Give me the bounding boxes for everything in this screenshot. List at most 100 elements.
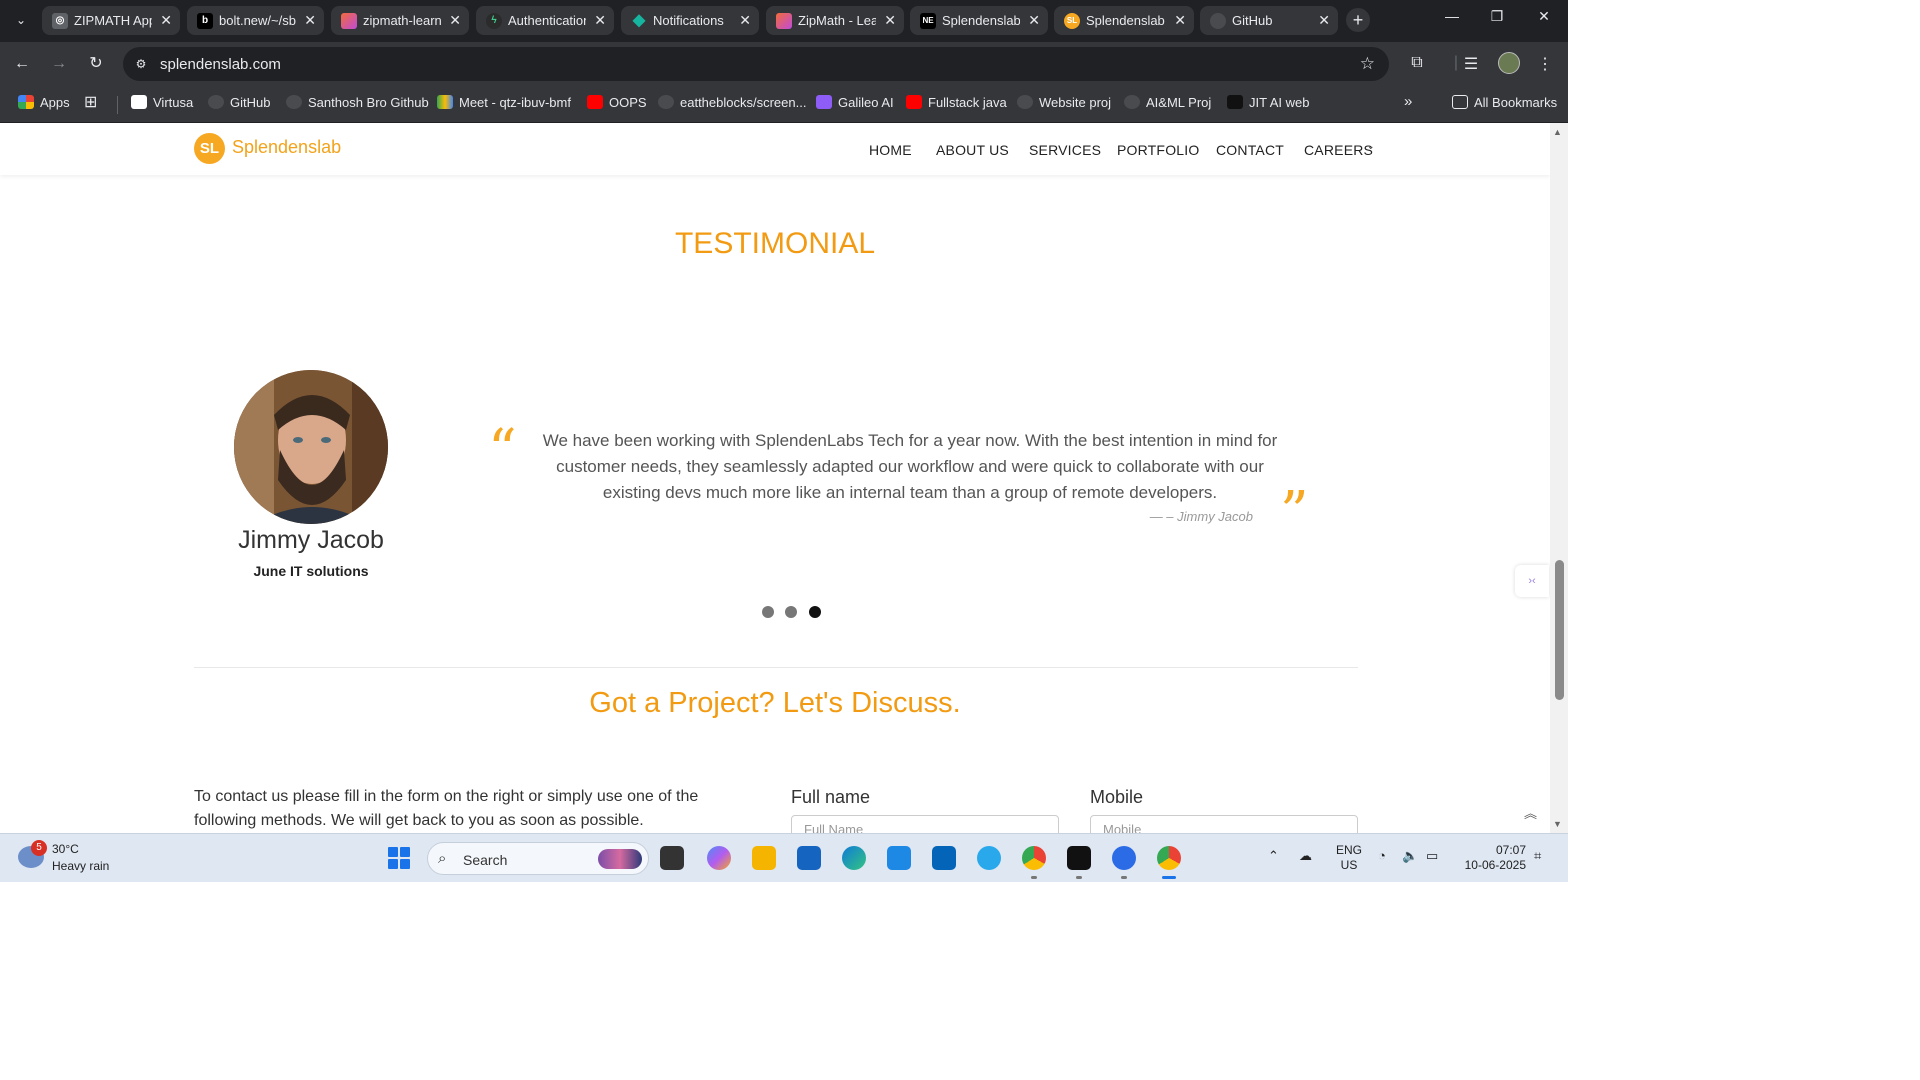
scrollbar-thumb[interactable] [1555,560,1564,700]
tab-search-icon[interactable]: ⌄ [10,8,32,32]
menu-icon[interactable]: ⋮ [1535,54,1555,74]
tab-5[interactable]: ZipMath - Lea ✕ [766,6,904,35]
chrome-icon[interactable] [1022,846,1046,879]
language-indicator[interactable]: ENG US [1336,843,1362,873]
bookmark-meet[interactable]: Meet - qtz-ibuv-bmf [437,95,571,110]
all-bookmarks[interactable]: All Bookmarks [1452,95,1557,110]
site-info-icon[interactable]: ⚙ [133,56,149,72]
tab-6[interactable]: NE Splendenslab ✕ [910,6,1048,35]
new-tab-button[interactable]: + [1346,8,1370,32]
onedrive-icon[interactable]: ☁ [1299,848,1312,864]
file-explorer-icon[interactable] [752,846,776,870]
bookmark-jit-ai-web[interactable]: JIT AI web [1227,95,1309,110]
battery-icon[interactable]: ▭ [1426,848,1438,864]
bookmark-virtusa[interactable]: Virtusa [131,95,193,110]
myhp-icon[interactable] [887,846,911,870]
bookmark-label: Apps [40,95,70,110]
chevron-down-icon[interactable]: ⌄ [1367,141,1375,152]
logo-mark[interactable]: SL [194,133,225,164]
extensions-icon[interactable]: ⧉ [1407,54,1427,72]
nav-about-us[interactable]: ABOUT US [936,142,1009,158]
scroll-top-icon[interactable]: ︽ [1524,803,1537,822]
address-bar[interactable]: ⚙ splendenslab.com ☆ [123,47,1389,81]
notifications-icon[interactable]: ⌗ [1534,848,1541,864]
scroll-down-icon[interactable]: ▼ [1553,819,1562,829]
tab-title: Splendenslab [1086,13,1165,28]
android-studio-icon[interactable] [1112,846,1136,879]
nav-portfolio[interactable]: PORTFOLIO [1117,142,1199,158]
carousel-dot-3-active[interactable] [809,606,821,618]
weather-temp[interactable]: 30°C [52,842,79,856]
bookmark-oops[interactable]: OOPS [587,95,647,110]
bookmark-galileo[interactable]: Galileo AI [816,95,894,110]
volume-icon[interactable]: 🔈 [1402,848,1418,864]
bookmark-fullstack-java[interactable]: Fullstack java [906,95,1007,110]
back-icon[interactable]: ← [12,54,32,74]
nav-contact[interactable]: CONTACT [1216,142,1284,158]
bookmarks-overflow-icon[interactable]: » [1404,93,1412,110]
carousel-dot-2[interactable] [785,606,797,618]
tab-2[interactable]: zipmath-learn ✕ [331,6,469,35]
close-icon[interactable]: ✕ [594,11,606,29]
page-scrollbar[interactable]: ▲ ▼ [1550,123,1568,833]
github-icon [1124,95,1140,109]
tab-0[interactable]: ◎ ZIPMATH App ✕ [42,6,180,35]
close-icon[interactable]: ✕ [884,11,896,29]
minimize-icon[interactable]: — [1440,8,1464,24]
bookmark-eattheblocks[interactable]: eattheblocks/screen... [658,95,806,110]
logo-text[interactable]: Splendenslab [232,137,341,158]
side-widget-icon[interactable]: ›‹ [1515,565,1549,597]
language-code: ENG [1336,843,1363,857]
edge-icon[interactable] [842,846,866,870]
clock-time: 07:07 [1495,843,1526,857]
weather-condition[interactable]: Heavy rain [52,859,109,873]
tab-groups-icon[interactable]: ⊞ [84,92,97,112]
close-icon[interactable]: ✕ [449,11,461,29]
mobile-input[interactable]: Mobile [1090,815,1358,833]
full-name-input[interactable]: Full Name [791,815,1059,833]
capcut-icon[interactable] [1067,846,1091,879]
close-icon[interactable]: ✕ [739,11,751,29]
tray-overflow-icon[interactable]: ⌃ [1268,848,1279,864]
close-window-icon[interactable]: ✕ [1532,8,1556,25]
outlook-icon[interactable] [932,846,956,870]
start-button[interactable] [388,847,410,869]
restore-icon[interactable]: ❐ [1485,8,1509,25]
copilot-icon[interactable] [707,846,731,870]
profile-avatar[interactable] [1498,52,1520,74]
carousel-dot-1[interactable] [762,606,774,618]
bookmark-github[interactable]: GitHub [208,95,270,110]
bookmark-apps[interactable]: Apps [18,95,70,110]
close-icon[interactable]: ✕ [1174,11,1186,29]
reload-icon[interactable]: ↻ [86,54,106,74]
chrome-active-icon[interactable] [1157,846,1181,879]
scroll-up-icon[interactable]: ▲ [1553,127,1562,137]
close-icon[interactable]: ✕ [1318,11,1330,29]
bookmark-santhosh-github[interactable]: Santhosh Bro Github [286,95,429,110]
url-text[interactable]: splendenslab.com [160,56,281,73]
close-icon[interactable]: ✕ [1028,11,1040,29]
close-icon[interactable]: ✕ [304,11,316,29]
telegram-icon[interactable] [977,846,1001,870]
taskbar-search[interactable]: ⌕ Search [427,842,649,875]
media-control-icon[interactable]: ☰ [1461,54,1481,74]
bookmark-aiml-proj[interactable]: AI&ML Proj [1124,95,1211,110]
clock[interactable]: 07:07 10-06-2025 [1456,843,1526,873]
tab-8[interactable]: GitHub ✕ [1200,6,1338,35]
bookmark-website-proj[interactable]: Website proj [1017,95,1111,110]
tab-3[interactable]: ϟ Authentication ✕ [476,6,614,35]
task-view-icon[interactable] [660,846,684,870]
search-highlight-image [598,849,642,869]
tab-7-active[interactable]: SL Splendenslab ✕ [1054,6,1194,35]
bookmark-star-icon[interactable]: ☆ [1360,54,1375,74]
tab-1[interactable]: b bolt.new/~/sb ✕ [187,6,324,35]
nav-services[interactable]: SERVICES [1029,142,1101,158]
github-icon [1210,13,1226,29]
close-icon[interactable]: ✕ [160,11,172,29]
wifi-icon[interactable]: ◔ [1378,848,1386,863]
tab-4[interactable]: ◆ Notifications ✕ [621,6,759,35]
nav-careers[interactable]: CAREERS [1304,142,1373,158]
forward-icon[interactable]: → [49,54,69,74]
nav-home[interactable]: HOME [869,142,912,158]
store-icon[interactable] [797,846,821,870]
